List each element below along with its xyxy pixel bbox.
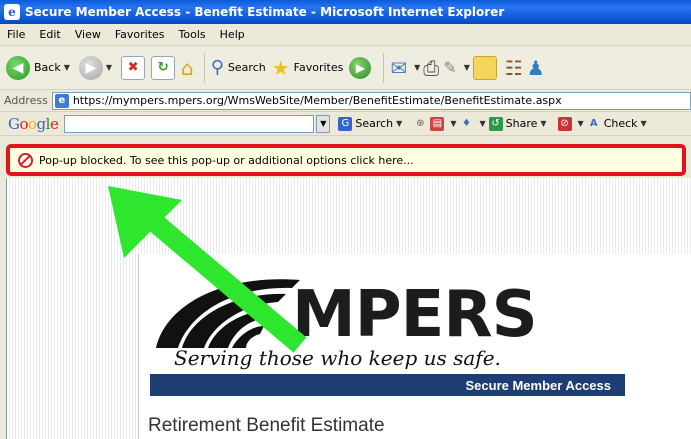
window-title: Secure Member Access - Benefit Estimate …	[25, 5, 505, 19]
address-input[interactable]: e https://mympers.mpers.org/WmsWebSite/M…	[51, 91, 691, 110]
edit-dropdown-icon[interactable]: ▼	[464, 63, 470, 72]
popup-blocked-infobar[interactable]: Pop-up blocked. To see this pop-up or ad…	[6, 144, 686, 176]
share-dropdown-icon[interactable]: ▼	[540, 119, 546, 128]
ie-icon: e	[4, 4, 20, 20]
forward-dropdown-icon[interactable]: ▼	[106, 63, 112, 72]
google-share-label: Share	[505, 117, 538, 130]
popup-blocked-icon	[18, 152, 33, 168]
address-url: https://mympers.mpers.org/WmsWebSite/Mem…	[72, 94, 562, 107]
toolbar-separator	[383, 52, 385, 83]
address-bar: Address e https://mympers.mpers.org/WmsW…	[0, 90, 691, 112]
menu-file[interactable]: File	[0, 28, 32, 41]
research-icon[interactable]: ☷	[505, 58, 523, 78]
toolbar-separator	[203, 52, 205, 83]
spellcheck-icon: A	[589, 118, 598, 129]
home-icon[interactable]: ⌂	[181, 58, 194, 78]
edit-icon[interactable]: ✎	[443, 59, 456, 76]
share-icon: ↺	[488, 116, 503, 131]
google-search-dropdown-icon[interactable]: ▼	[316, 114, 331, 133]
google-bookmarks-icon[interactable]: ♦	[459, 117, 473, 131]
google-search-label: Search	[355, 117, 394, 130]
favorites-button[interactable]: ★ Favorites	[272, 58, 344, 78]
forward-arrow-icon: ▶	[78, 55, 103, 80]
menu-help[interactable]: Help	[213, 28, 252, 41]
search-button[interactable]: ⚲ Search	[210, 56, 266, 78]
autofill-dropdown-icon[interactable]: ▼	[578, 119, 584, 128]
standard-toolbar: ◀ Back ▼ ▶ ▼ ✖ ↻ ⌂ ⚲ Search ★ Favorites …	[0, 46, 691, 90]
menu-edit[interactable]: Edit	[32, 28, 67, 41]
secure-member-access-banner: Secure Member Access	[150, 374, 625, 396]
favorites-label: Favorites	[293, 61, 344, 74]
window-title-bar[interactable]: e Secure Member Access - Benefit Estimat…	[0, 0, 691, 24]
back-dropdown-icon[interactable]: ▼	[64, 63, 70, 72]
back-button[interactable]: ◀ Back ▼	[6, 55, 73, 80]
google-check-label: Check	[603, 117, 638, 130]
forward-button[interactable]: ▶ ▼	[78, 55, 115, 80]
back-label: Back	[34, 61, 61, 74]
search-label: Search	[227, 61, 266, 74]
back-arrow-icon: ◀	[6, 55, 30, 80]
google-popup-dropdown-icon[interactable]: ▼	[450, 119, 456, 128]
menu-bar: File Edit View Favorites Tools Help	[0, 24, 691, 46]
google-search-button[interactable]: G Search ▼	[338, 116, 405, 131]
stop-icon[interactable]: ✖	[121, 55, 146, 80]
google-g-icon: G	[338, 116, 353, 131]
menu-favorites[interactable]: Favorites	[108, 28, 172, 41]
google-popup-blocker-icon[interactable]: ▤	[430, 116, 445, 131]
mail-dropdown-icon[interactable]: ▼	[414, 63, 420, 72]
star-icon: ★	[271, 55, 290, 80]
google-bookmarks-dropdown-icon[interactable]: ▼	[479, 119, 485, 128]
google-search-input[interactable]	[64, 114, 315, 133]
media-icon[interactable]: ▶	[349, 56, 372, 79]
discuss-icon[interactable]	[472, 55, 497, 80]
refresh-icon[interactable]: ↻	[151, 55, 176, 80]
google-check-button[interactable]: A Check ▼	[587, 117, 650, 131]
menu-tools[interactable]: Tools	[172, 28, 213, 41]
search-icon: ⚲	[210, 56, 224, 78]
google-autofill-icon[interactable]: ⊘	[557, 116, 572, 131]
messenger-icon[interactable]: ♟	[527, 58, 545, 78]
page-heading: Retirement Benefit Estimate	[148, 415, 385, 436]
page-icon: e	[54, 93, 69, 108]
infobar-message: Pop-up blocked. To see this pop-up or ad…	[39, 153, 414, 167]
check-dropdown-icon[interactable]: ▼	[641, 119, 647, 128]
mail-icon[interactable]: ✉	[390, 58, 407, 78]
mpers-logo-icon	[156, 279, 300, 348]
google-logo: Google	[8, 114, 59, 133]
google-search-options-icon[interactable]: ▼	[396, 119, 402, 128]
address-label: Address	[4, 94, 48, 107]
google-toolbar: Google ▼ G Search ▼ ⊕ ▤ ▼ ♦ ▼ ↺ Share ▼ …	[0, 112, 691, 136]
menu-view[interactable]: View	[68, 28, 108, 41]
google-share-button[interactable]: ↺ Share ▼	[488, 116, 550, 131]
print-icon[interactable]: ⎙	[423, 58, 439, 78]
tagline: Serving those who keep us safe.	[174, 346, 501, 370]
google-news-icon[interactable]: ⊕	[413, 117, 427, 131]
mpers-logo-text: MPERS	[292, 278, 538, 352]
